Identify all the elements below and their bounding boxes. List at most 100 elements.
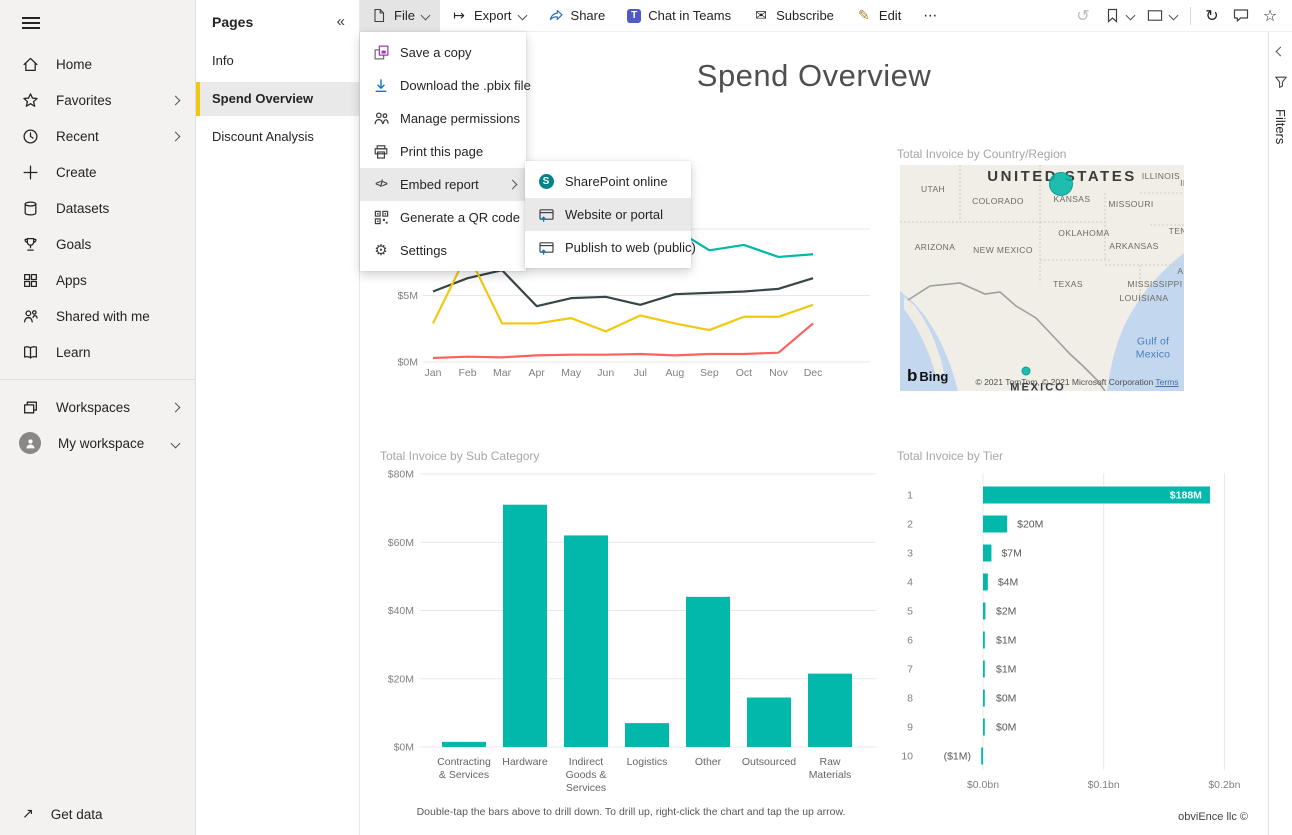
clock-icon [22,128,39,145]
bar-raw-materials[interactable] [808,674,852,747]
tier-bar-7[interactable] [983,661,985,678]
bar-chart-title: Total Invoice by Sub Category [380,449,539,463]
favorite-star-icon[interactable]: ☆ [1262,8,1278,24]
page-item-info[interactable]: Info [196,44,359,78]
comment-icon[interactable] [1233,8,1249,24]
sidebar-item-workspaces[interactable]: Workspaces [0,389,195,425]
tier-chart-visual[interactable]: Total Invoice by Tier $0.0bn$0.1bn$0.2bn… [897,445,1245,813]
svg-text:$20M: $20M [1017,519,1043,531]
qr-icon [372,210,390,225]
bar-chart-visual[interactable]: Total Invoice by Sub Category $0M$20M$40… [380,445,882,835]
app-sidebar: HomeFavoritesRecentCreateDatasets Goals Ap… [0,0,196,835]
tier-bar-6[interactable] [983,632,985,649]
file-button[interactable]: File [360,0,440,32]
tier-bar-3[interactable] [983,545,991,562]
map-visual[interactable]: Total Invoice by Country/Region UNITED S… [897,143,1187,395]
bing-b-icon: b [907,366,917,386]
collapse-pages-icon[interactable]: « [337,13,345,30]
page-item-discount-analysis[interactable]: Discount Analysis [196,120,359,154]
red-series[interactable] [433,323,813,358]
svg-text:$0M: $0M [996,693,1016,705]
sidebar-item-apps[interactable]: Apps [0,262,195,298]
svg-text:$0.1bn: $0.1bn [1088,779,1120,791]
sidebar-item-label: Shared with me [56,309,179,324]
submenu-item-website-or-portal[interactable]: Website or portal [525,198,691,231]
chevron-right-icon [171,95,181,105]
sidebar-item-learn[interactable]: Learn [0,334,195,370]
bookmarks-icon[interactable] [1104,8,1120,24]
tier-bar-8[interactable] [983,690,985,707]
tier-bar-5[interactable] [983,603,985,620]
map-data-bubble[interactable] [1022,367,1031,376]
bar-hardware[interactable] [503,505,547,747]
sidebar-item-favorites[interactable]: Favorites [0,82,195,118]
sidebar-item-datasets[interactable]: Datasets [0,190,195,226]
svg-text:$60M: $60M [388,537,414,549]
bar-outsourced[interactable] [747,698,791,747]
map-label: TENN [1169,226,1184,236]
page-item-spend-overview[interactable]: Spend Overview [196,82,359,116]
menu-item-settings[interactable]: ⚙Settings [360,234,526,267]
tier-bar-4[interactable] [983,574,988,591]
pages-panel: Pages « Info Spend Overview Discount Analy… [196,0,360,835]
menu-item-manage-permissions[interactable]: Manage permissions [360,102,526,135]
view-icon[interactable] [1147,8,1163,24]
database-icon [22,200,39,217]
hamburger-menu-icon[interactable] [0,0,60,46]
svg-text:Contracting& Services: Contracting& Services [437,756,491,781]
svg-text:$1M: $1M [996,635,1016,647]
sidebar-item-shared-with-me[interactable]: Shared with me [0,298,195,334]
export-button[interactable]: ↦ Export [440,0,537,32]
svg-text:Logistics: Logistics [627,756,668,768]
sidebar-item-label: Goals [56,237,179,252]
chevron-down-icon[interactable] [1126,11,1136,21]
drill-hint-text: Double-tap the bars above to drill down.… [380,806,882,818]
sidebar-item-create[interactable]: Create [0,154,195,190]
sidebar-item-home[interactable]: Home [0,46,195,82]
menu-item-print-this-page[interactable]: Print this page [360,135,526,168]
map-data-bubble[interactable] [1049,172,1073,196]
expand-filters-icon[interactable] [1276,47,1286,57]
chat-in-teams-button[interactable]: T Chat in Teams [616,0,742,32]
submenu-item-sharepoint-online[interactable]: SSharePoint online [525,165,691,198]
bing-logo: b Bing [907,366,948,386]
refresh-icon[interactable]: ↻ [1204,8,1220,24]
filter-funnel-icon[interactable] [1274,75,1288,89]
menu-item-save-a-copy[interactable]: Save a copy [360,36,526,69]
svg-text:$0M: $0M [394,742,414,754]
tier-bar-2[interactable] [983,516,1007,533]
report-toolbar: File ↦ Export Share T Chat in Teams ✉ Su… [360,0,1292,32]
chevron-down-icon [421,11,431,21]
share-button[interactable]: Share [537,0,617,32]
tier-bar-9[interactable] [983,719,985,736]
menu-item-generate-a-qr-code[interactable]: Generate a QR code [360,201,526,234]
chevron-right-icon [171,402,181,412]
get-data-label: Get data [51,807,103,822]
bar-indirect-goods-services[interactable] [564,535,608,747]
terms-link[interactable]: Terms [1155,377,1178,387]
bar-other[interactable] [686,597,730,747]
bar-logistics[interactable] [625,723,669,747]
menu-item-download-the-pbix-file[interactable]: Download the .pbix file [360,69,526,102]
sidebar-item-recent[interactable]: Recent [0,118,195,154]
more-options-button[interactable]: ⋯ [912,0,948,32]
sidebar-item-goals[interactable]: Goals [0,226,195,262]
svg-text:$0.2bn: $0.2bn [1208,779,1240,791]
sidebar-divider [0,379,195,380]
sharepoint-icon: S [537,174,555,189]
menu-item-embed-report[interactable]: </>Embed report [360,168,526,201]
get-data-arrow-icon: ↗ [22,807,34,821]
bar-contracting-services[interactable] [442,742,486,747]
map-label: NEW MEXICO [973,245,1033,255]
embed-icon: </> [372,179,390,190]
edit-button[interactable]: ✎ Edit [845,0,912,32]
chevron-down-icon[interactable] [1169,11,1179,21]
sidebar-item-my-workspace[interactable]: My workspace [0,425,195,461]
get-data-button[interactable]: ↗ Get data [0,793,195,835]
svg-text:Sep: Sep [700,367,719,379]
map-canvas[interactable]: UNITED STATESUTAHCOLORADOKANSASMISSOURII… [900,165,1184,391]
subscribe-button[interactable]: ✉ Subscribe [742,0,845,32]
pages-panel-title: Pages [212,14,253,30]
submenu-item-publish-to-web-public-[interactable]: Publish to web (public) [525,231,691,264]
tier-bar-10[interactable] [981,748,983,765]
